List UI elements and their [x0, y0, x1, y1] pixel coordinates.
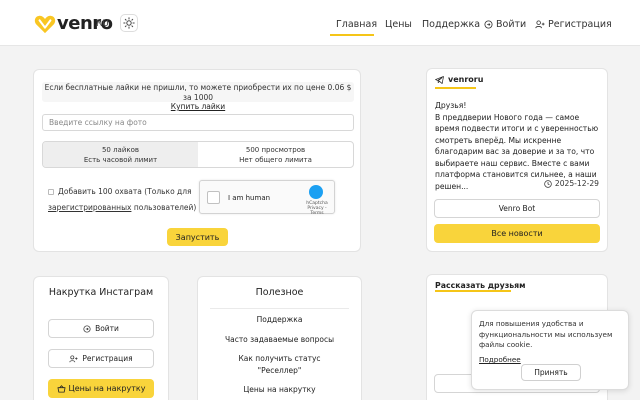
- cookie-accept-button[interactable]: Принять: [521, 364, 581, 381]
- basket-icon: [57, 384, 66, 393]
- all-news-button[interactable]: Все новости: [434, 224, 600, 243]
- telegram-date-text: 2025-12-29: [554, 179, 599, 188]
- reach-checkbox-label: Добавить 100 охвата (Только для: [58, 187, 192, 196]
- captcha-checkbox[interactable]: [207, 191, 220, 204]
- user-plus-icon: [69, 354, 78, 362]
- theme-toggle-button[interactable]: [120, 14, 138, 32]
- option-likes-title: 50 лайков: [101, 146, 140, 154]
- heart-logo-icon: [34, 15, 56, 33]
- useful-link-support[interactable]: Поддержка: [198, 314, 361, 326]
- nav-active-indicator: [330, 34, 374, 36]
- telegram-icon: [435, 75, 444, 84]
- login-icon: [83, 324, 91, 333]
- nav-home[interactable]: Главная: [336, 19, 377, 30]
- venro-bot-button[interactable]: Venro Bot: [434, 199, 600, 218]
- option-views-subtitle: Нет общего лимита: [239, 155, 312, 164]
- info-box: Если бесплатные лайки не пришли, то може…: [42, 82, 354, 111]
- photo-url-input[interactable]: Введите ссылку на фото: [42, 114, 354, 131]
- insta-login-label: Войти: [95, 324, 119, 333]
- cookie-banner: Для повышения удобства и функциональност…: [471, 310, 629, 390]
- reach-checkbox-label-2: пользователей): [133, 203, 197, 212]
- title-underline: [435, 290, 511, 292]
- useful-card-title: Полезное: [255, 287, 304, 298]
- nav-prices[interactable]: Цены: [385, 19, 412, 30]
- reach-checkbox-row: Добавить 100 охвата (Только для зарегист…: [48, 184, 198, 216]
- hcaptcha-logo-icon: [309, 185, 323, 199]
- order-card: Если бесплатные лайки не пришли, то може…: [33, 69, 361, 252]
- captcha-label: I am human: [228, 194, 271, 202]
- option-views-title: 500 просмотров: [245, 146, 306, 154]
- reach-checkbox[interactable]: [48, 189, 54, 195]
- insta-prices-label: Цены на накрутку: [68, 384, 146, 393]
- hcaptcha-widget: I am human hCaptcha Privacy - Terms: [199, 180, 335, 216]
- telegram-channel-name: venroru: [448, 75, 484, 84]
- option-likes-subtitle: Есть часовой лимит: [83, 155, 158, 164]
- nav-register-label: Регистрация: [548, 19, 612, 30]
- registered-link[interactable]: зарегистрированных: [48, 203, 131, 212]
- cookie-text: Для повышения удобства и функциональност…: [479, 319, 613, 349]
- captcha-privacy-links[interactable]: Privacy - Terms: [302, 206, 332, 216]
- login-icon: [484, 20, 493, 29]
- telegram-date: 2025-12-29: [544, 179, 599, 188]
- nav-support[interactable]: Поддержка: [422, 19, 480, 30]
- useful-link-prices[interactable]: Цены на накрутку: [198, 384, 361, 396]
- start-button[interactable]: Запустить: [167, 228, 228, 246]
- insta-register-label: Регистрация: [82, 354, 133, 363]
- share-card-title: Рассказать друзьям: [435, 281, 526, 290]
- buy-likes-link[interactable]: Купить лайки: [171, 102, 225, 111]
- option-likes[interactable]: 50 лайков Есть часовой лимит: [43, 142, 198, 167]
- telegram-card: venroru Друзья! В преддверии Нового года…: [426, 68, 608, 252]
- option-views[interactable]: 500 просмотров Нет общего лимита: [198, 142, 353, 167]
- user-plus-icon: [535, 20, 545, 29]
- language-switch[interactable]: RU: [96, 19, 109, 29]
- nav-register[interactable]: Регистрация: [535, 19, 612, 30]
- instagram-card-title: Накрутка Инстаграм: [48, 287, 154, 298]
- insta-prices-button[interactable]: Цены на накрутку: [48, 379, 154, 398]
- info-text: Если бесплатные лайки не пришли, то може…: [44, 83, 352, 102]
- instagram-card: Накрутка Инстаграм Войти Регистрация Цен…: [33, 276, 169, 400]
- title-underline: [435, 87, 476, 89]
- insta-register-button[interactable]: Регистрация: [48, 349, 154, 368]
- sun-icon: [123, 17, 135, 29]
- nav-login-label: Войти: [496, 19, 527, 30]
- useful-card: Полезное Поддержка Часто задаваемые вопр…: [197, 276, 362, 400]
- service-selector: 50 лайков Есть часовой лимит 500 просмот…: [42, 141, 354, 168]
- captcha-brand: hCaptcha Privacy - Terms: [302, 201, 332, 216]
- cookie-more-link[interactable]: Подробнее: [479, 355, 521, 364]
- header: venro RU Главная Цены Поддержка Войти Ре: [0, 0, 640, 46]
- nav-login[interactable]: Войти: [484, 19, 526, 30]
- insta-login-button[interactable]: Войти: [48, 319, 154, 338]
- telegram-channel-title[interactable]: venroru: [435, 75, 483, 84]
- useful-link-faq[interactable]: Часто задаваемые вопросы: [198, 334, 361, 346]
- divider: [210, 308, 349, 309]
- useful-link-reseller[interactable]: Как получить статус "Реселлер": [198, 353, 361, 376]
- clock-icon: [544, 179, 552, 188]
